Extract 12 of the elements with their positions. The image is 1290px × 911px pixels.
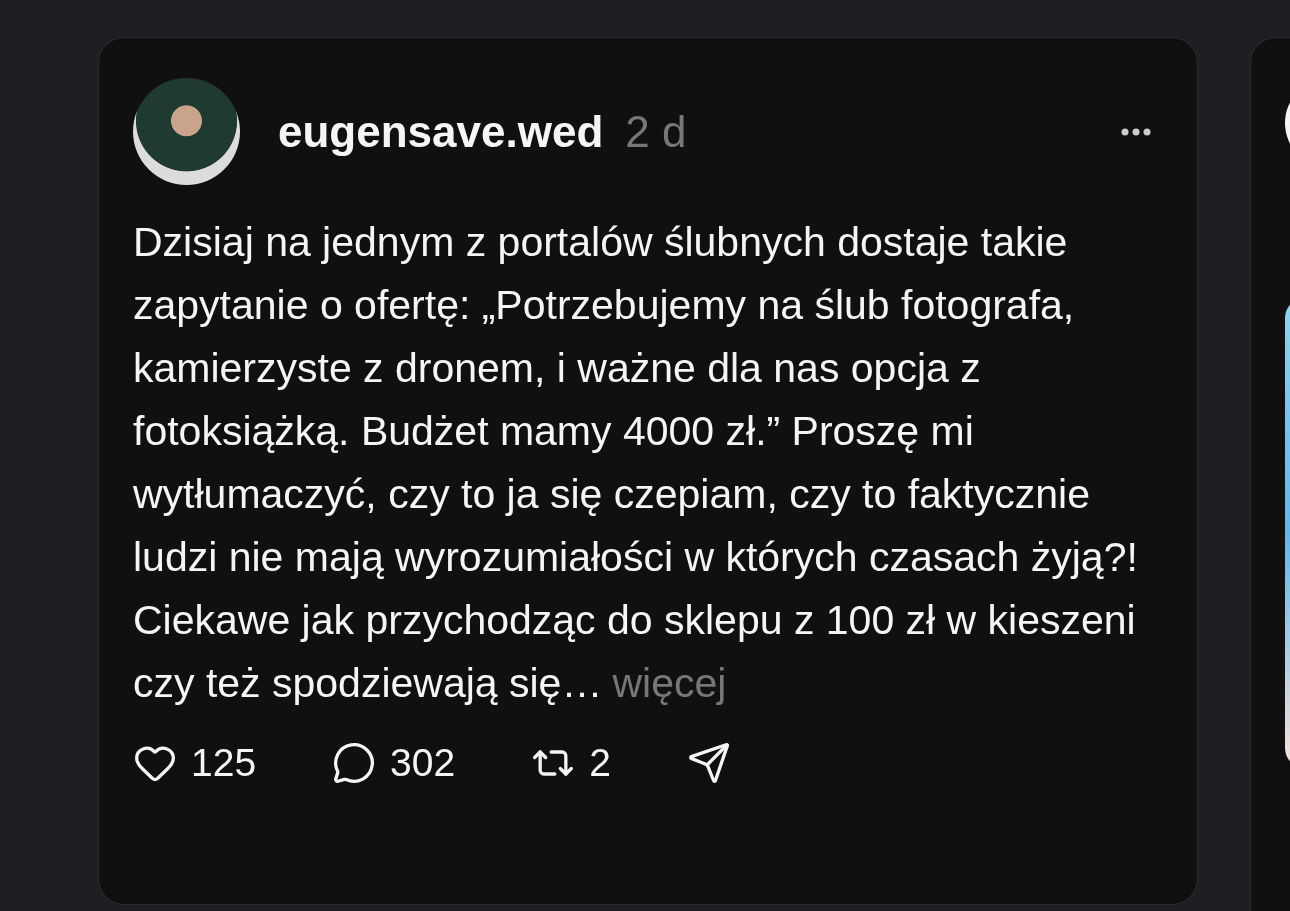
like-button[interactable]: 125 (133, 741, 257, 785)
post-time: 2 d (625, 106, 687, 157)
post-text: Dzisiaj na jednym z portalów ślubnych dostaje takie zapytanie o ofertę: „Potrzebujemy na ślub fotografa, kamierzyste z dronem, i ważne dla nas opcja z fotoksiążką. Budżet mamy 4000 zł.” Proszę mi wytłumaczyć, czy to ja się czepiam, czy to faktycznie ludzi nie mają wyrozumiałości w których czasach żyją?! Ciekawe jak przychodząc do sklepu z 100 zł w kieszeni czy też spodziewają się… więcej (133, 218, 1139, 708)
send-icon (686, 741, 731, 785)
more-icon (1121, 127, 1151, 136)
more-button[interactable] (1121, 127, 1151, 136)
repost-button[interactable]: 2 (531, 741, 611, 785)
share-button[interactable] (686, 741, 731, 785)
more-link[interactable]: więcej (612, 660, 727, 706)
comment-button[interactable]: 302 (332, 741, 456, 785)
author-name[interactable]: eugensave.wed (278, 106, 604, 157)
speech-bubble-icon (332, 741, 377, 785)
